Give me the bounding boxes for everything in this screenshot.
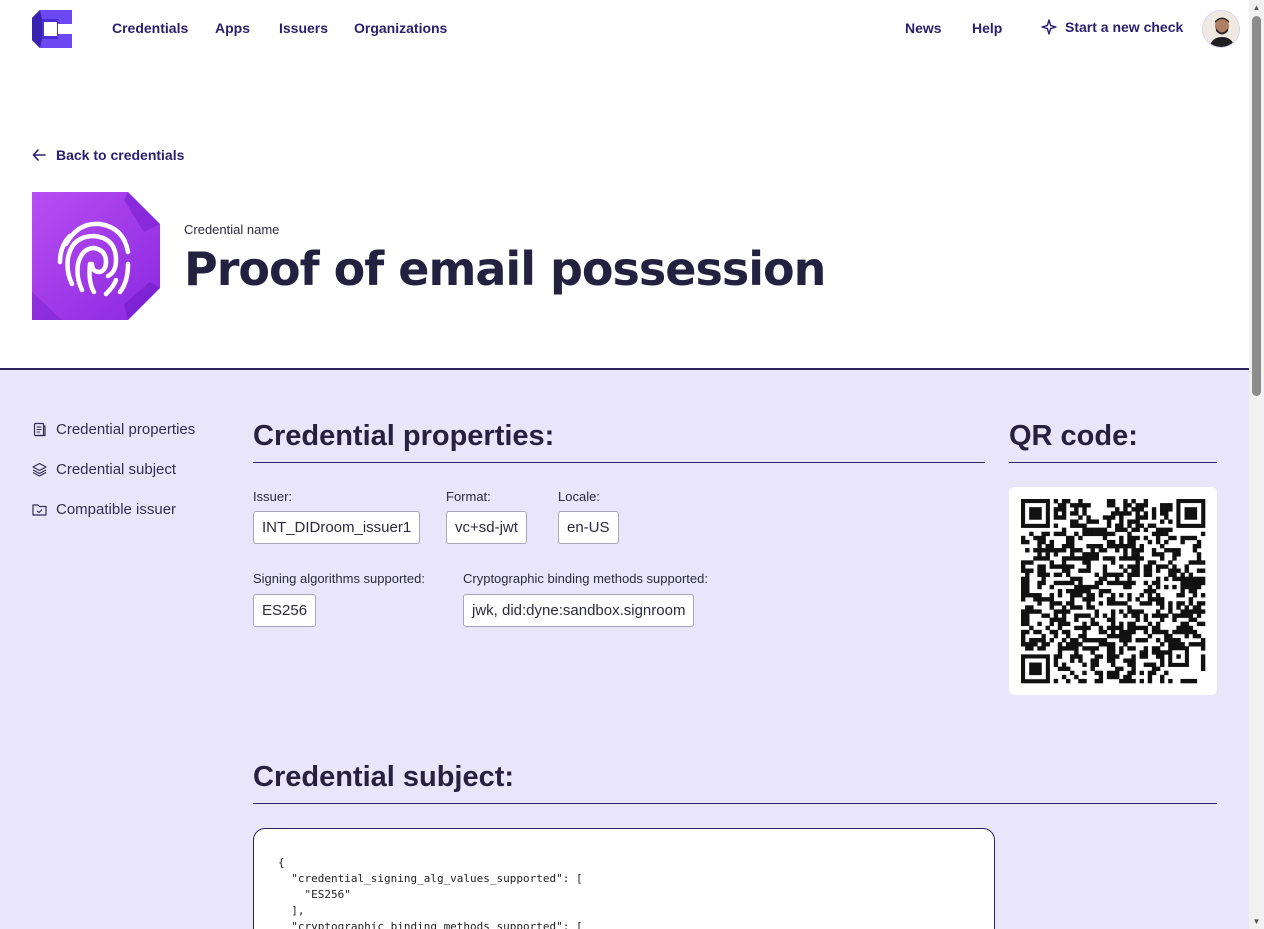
nav-link-apps[interactable]: Apps: [215, 20, 250, 36]
credential-properties-heading: Credential properties:: [253, 420, 555, 452]
scroll-down-arrow-icon[interactable]: ▼: [1252, 917, 1261, 926]
back-to-credentials-link[interactable]: Back to credentials: [32, 147, 184, 163]
format-field[interactable]: vc+sd-jwt: [446, 511, 527, 544]
qr-code-icon: [1021, 499, 1206, 684]
top-nav: Credentials Apps Issuers Organizations N…: [0, 0, 1249, 60]
qr-code: [1009, 487, 1217, 695]
divider: [253, 462, 985, 463]
document-icon: [33, 422, 46, 437]
credential-name-label: Credential name: [184, 222, 280, 237]
nav-link-help[interactable]: Help: [972, 20, 1002, 36]
signing-algorithms-field[interactable]: ES256: [253, 594, 317, 627]
page-title: Proof of email possession: [184, 242, 826, 296]
format-label: Format:: [446, 489, 491, 504]
sidebar-item-label: Credential subject: [56, 461, 177, 478]
folder-icon: [32, 504, 47, 516]
credential-subject-json: { "credential_signing_alg_values_support…: [278, 856, 583, 929]
credential-subject-code-box[interactable]: { "credential_signing_alg_values_support…: [253, 828, 995, 929]
sidebar-item-compatible-issuer[interactable]: Compatible issuer: [32, 501, 176, 518]
scroll-up-arrow-icon[interactable]: ▲: [1252, 3, 1261, 12]
sidebar-item-label: Compatible issuer: [56, 501, 177, 518]
user-avatar-icon: [1203, 11, 1239, 47]
nav-link-issuers[interactable]: Issuers: [279, 20, 328, 36]
signing-algorithms-label: Signing algorithms supported:: [253, 571, 425, 586]
nav-link-organizations[interactable]: Organizations: [354, 20, 447, 36]
nav-link-credentials[interactable]: Credentials: [112, 20, 188, 36]
layers-icon: [32, 462, 47, 477]
user-avatar[interactable]: [1202, 10, 1240, 48]
fingerprint-icon: [32, 192, 160, 320]
locale-field[interactable]: en-US: [558, 511, 619, 544]
sidebar-item-credential-properties[interactable]: Credential properties: [32, 421, 195, 438]
divider: [253, 803, 1217, 804]
locale-label: Locale:: [558, 489, 600, 504]
binding-methods-field[interactable]: jwk, did:dyne:sandbox.signroom: [463, 594, 695, 627]
binding-methods-label: Cryptographic binding methods supported:: [463, 571, 708, 586]
issuer-field[interactable]: INT_DIDroom_issuer1: [253, 511, 421, 544]
divider: [1009, 462, 1217, 463]
qr-code-heading: QR code:: [1009, 420, 1138, 452]
app-logo-icon[interactable]: [32, 10, 72, 48]
sidebar-item-label: Credential properties: [56, 421, 196, 438]
back-label: Back to credentials: [56, 147, 185, 163]
sparkle-icon: [1041, 19, 1057, 35]
start-new-check-label: Start a new check: [1065, 19, 1184, 35]
start-new-check-button[interactable]: Start a new check: [1041, 19, 1183, 35]
issuer-label: Issuer:: [253, 489, 293, 504]
arrow-left-icon: [32, 149, 46, 161]
credential-subject-heading: Credential subject:: [253, 761, 515, 793]
scrollbar-thumb[interactable]: [1252, 16, 1261, 396]
sidebar-item-credential-subject[interactable]: Credential subject: [32, 461, 176, 478]
nav-link-news[interactable]: News: [905, 20, 942, 36]
